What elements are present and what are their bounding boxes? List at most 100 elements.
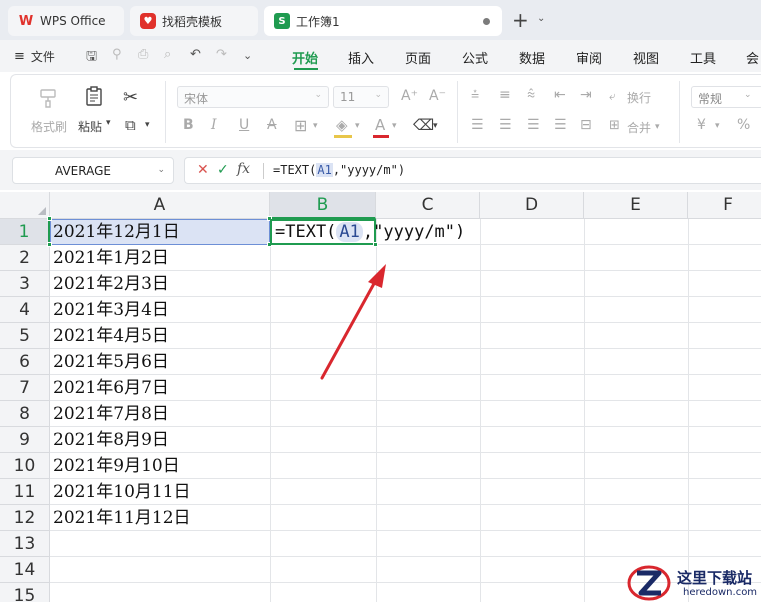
reference-handle[interactable] (47, 242, 52, 247)
align-right-icon[interactable]: ☰ (527, 117, 540, 133)
number-format-select[interactable]: 常规 ⌄ (691, 86, 761, 108)
menu-insert[interactable]: 插入 (348, 48, 374, 67)
merge-icon[interactable]: ⊞ (609, 118, 620, 133)
column-header-a[interactable]: A (50, 192, 270, 219)
menu-home[interactable]: 开始 (292, 48, 318, 67)
insert-function-icon[interactable]: fx (237, 161, 250, 177)
underline-button[interactable]: U (239, 117, 249, 133)
cancel-icon[interactable]: ✕ (197, 162, 209, 178)
formula-input[interactable]: ✕ ✓ fx =TEXT(A1,"yyyy/m") (184, 157, 761, 184)
decrease-font-icon[interactable]: A⁻ (429, 88, 446, 104)
chevron-down-icon[interactable]: ▾ (145, 120, 150, 130)
align-center-icon[interactable]: ☰ (499, 117, 512, 133)
align-middle-icon[interactable]: ≡ (499, 87, 511, 103)
chevron-down-icon[interactable]: ⌄ (537, 13, 545, 24)
row-header-10[interactable]: 10 (0, 453, 50, 479)
align-left-icon[interactable]: ☰ (471, 117, 484, 133)
cell-a4[interactable]: 2021年3月4日 (53, 297, 169, 323)
font-name-select[interactable]: 宋体 ⌄ (177, 86, 329, 108)
formula-text[interactable]: =TEXT(A1,"yyyy/m") (273, 163, 405, 177)
row-header-13[interactable]: 13 (0, 531, 50, 557)
column-header-f[interactable]: F (688, 192, 761, 219)
undo-icon[interactable]: ↶ (190, 47, 201, 62)
align-top-icon[interactable]: ⩮ (471, 87, 479, 103)
justify-icon[interactable]: ☰ (554, 117, 567, 133)
row-header-4[interactable]: 4 (0, 297, 50, 323)
cell-a6[interactable]: 2021年5月6日 (53, 349, 169, 375)
fill-color-icon[interactable]: ◈ (336, 116, 348, 134)
row-header-2[interactable]: 2 (0, 245, 50, 271)
cell-a10[interactable]: 2021年9月10日 (53, 453, 180, 479)
row-header-1[interactable]: 1 (0, 219, 50, 245)
percent-button[interactable]: % (737, 117, 750, 133)
indent-decrease-icon[interactable]: ⇤ (554, 87, 566, 103)
border-icon[interactable]: ⊞ (294, 116, 307, 135)
cell-a3[interactable]: 2021年2月3日 (53, 271, 169, 297)
wrap-text-icon[interactable]: ⤶ (609, 89, 616, 104)
chevron-down-icon[interactable]: ⌄ (243, 49, 252, 62)
select-all-button[interactable] (0, 192, 50, 219)
chevron-down-icon[interactable]: ▾ (313, 121, 318, 131)
cell-a7[interactable]: 2021年6月7日 (53, 375, 169, 401)
menu-view[interactable]: 视图 (633, 48, 659, 67)
menu-review[interactable]: 审阅 (576, 48, 602, 67)
confirm-icon[interactable]: ✓ (217, 162, 229, 178)
cell-a8[interactable]: 2021年7月8日 (53, 401, 169, 427)
menu-tools[interactable]: 工具 (690, 48, 716, 67)
row-header-14[interactable]: 14 (0, 557, 50, 583)
copy-icon[interactable]: ⧉ (125, 116, 136, 134)
bold-button[interactable]: B (183, 117, 194, 133)
tab-wps-office[interactable]: W WPS Office (8, 6, 124, 36)
row-header-7[interactable]: 7 (0, 375, 50, 401)
chevron-down-icon[interactable]: ▾ (392, 121, 397, 131)
wrap-text-label[interactable]: 换行 (627, 89, 651, 106)
indent-increase-icon[interactable]: ⇥ (580, 87, 592, 103)
file-menu[interactable]: ≡ 文件 (14, 48, 55, 65)
menu-data[interactable]: 数据 (519, 48, 545, 67)
row-header-11[interactable]: 11 (0, 479, 50, 505)
eraser-icon[interactable]: ⌫ (413, 116, 434, 134)
unsaved-dot-icon[interactable] (483, 18, 490, 25)
cell-a5[interactable]: 2021年4月5日 (53, 323, 169, 349)
row-header-9[interactable]: 9 (0, 427, 50, 453)
cell-b1-formula[interactable]: =TEXT(A1 ,"yyyy/m") (275, 219, 465, 245)
font-color-icon[interactable]: A (375, 116, 385, 134)
chevron-down-icon[interactable]: ▾ (106, 118, 111, 128)
new-tab-button[interactable]: + (512, 9, 529, 31)
chevron-down-icon[interactable]: ▾ (433, 121, 438, 131)
paste-label[interactable]: 粘贴 (78, 118, 102, 135)
share-icon[interactable]: ⚲ (112, 47, 122, 62)
redo-icon[interactable]: ↷ (216, 47, 227, 62)
align-bottom-icon[interactable]: ⩯ (527, 87, 535, 103)
chevron-down-icon[interactable]: ▾ (715, 121, 720, 131)
strikethrough-button[interactable]: A (267, 117, 277, 133)
tab-workbook[interactable]: S 工作簿1 (264, 6, 502, 36)
chevron-down-icon[interactable]: ▾ (355, 121, 360, 131)
column-header-d[interactable]: D (480, 192, 584, 219)
row-header-15[interactable]: 15 (0, 583, 50, 602)
italic-button[interactable]: I (211, 117, 217, 133)
currency-button[interactable]: ¥ (697, 117, 706, 133)
paste-icon[interactable] (83, 85, 105, 107)
menu-page[interactable]: 页面 (405, 48, 431, 67)
menu-formula[interactable]: 公式 (462, 48, 488, 67)
row-header-3[interactable]: 3 (0, 271, 50, 297)
cell-a1[interactable]: 2021年12月1日 (53, 219, 180, 245)
row-header-8[interactable]: 8 (0, 401, 50, 427)
cell-a12[interactable]: 2021年11月12日 (53, 505, 191, 531)
column-header-e[interactable]: E (584, 192, 688, 219)
column-header-b[interactable]: B (270, 192, 376, 219)
row-header-5[interactable]: 5 (0, 323, 50, 349)
cell-a11[interactable]: 2021年10月11日 (53, 479, 191, 505)
print-icon[interactable]: ⎙ (138, 47, 148, 62)
menu-member[interactable]: 会 (746, 48, 759, 67)
chevron-down-icon[interactable]: ▾ (655, 122, 660, 132)
merge-label[interactable]: 合并 (627, 119, 651, 136)
row-header-6[interactable]: 6 (0, 349, 50, 375)
save-icon[interactable]: 🖫 (86, 47, 97, 69)
name-box[interactable]: AVERAGE ⌄ (12, 157, 174, 184)
increase-font-icon[interactable]: A⁺ (401, 88, 418, 104)
tab-docer-templates[interactable]: ♥ 找稻壳模板 (130, 6, 258, 36)
print-preview-icon[interactable]: ⌕ (164, 47, 171, 62)
font-size-select[interactable]: 11 ⌄ (333, 86, 389, 108)
